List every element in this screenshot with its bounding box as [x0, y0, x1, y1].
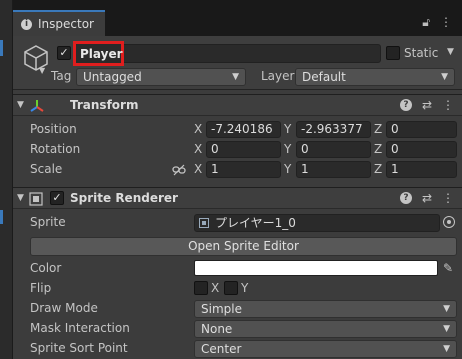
mask-interaction-label: Mask Interaction — [30, 321, 130, 335]
sprite-asset-icon — [199, 218, 209, 228]
active-checkbox[interactable]: ✓ — [57, 46, 71, 60]
axis-z-label[interactable]: Z — [374, 122, 382, 136]
chevron-down-icon: ▼ — [443, 324, 450, 334]
tag-label: Tag — [51, 69, 72, 83]
rotation-y-field[interactable]: 0 — [296, 141, 371, 158]
rotation-x-field[interactable]: 0 — [206, 141, 281, 158]
eyedropper-icon[interactable]: ✎ — [443, 261, 453, 275]
mask-interaction-value: None — [201, 322, 233, 336]
sprite-renderer-header[interactable]: ▼ ✓ Sprite Renderer ? ⇄ ⋮ — [13, 187, 462, 209]
layer-value: Default — [302, 70, 346, 84]
axis-x-label[interactable]: X — [194, 142, 202, 156]
component-controls: ? ⇄ ⋮ — [399, 192, 454, 204]
sprite-renderer-title: Sprite Renderer — [70, 191, 178, 205]
chevron-down-icon: ▼ — [441, 72, 448, 82]
position-y-field[interactable]: -2.963377 — [296, 121, 371, 138]
inspector-panel: ▼ ✓ Player Static ▼ Tag Untagged ▼ Layer… — [13, 36, 462, 359]
axis-z-label[interactable]: Z — [374, 142, 382, 156]
layer-dropdown[interactable]: Default ▼ — [295, 68, 455, 86]
position-z-field[interactable]: 0 — [386, 121, 457, 138]
menu-icon[interactable]: ⋮ — [442, 99, 454, 111]
tab-label: Inspector — [38, 17, 94, 31]
color-swatch[interactable] — [194, 260, 438, 276]
sprite-value: プレイヤー1_0 — [215, 216, 296, 230]
foldout-arrow-icon[interactable]: ▼ — [17, 100, 24, 110]
tag-value: Untagged — [83, 70, 142, 84]
static-label: Static — [404, 46, 439, 60]
scale-x-field[interactable]: 1 — [206, 161, 281, 178]
foldout-arrow-icon[interactable]: ▼ — [17, 193, 24, 203]
link-icon[interactable] — [172, 164, 186, 176]
sprite-field[interactable]: プレイヤー1_0 — [194, 214, 440, 232]
selection-marker — [0, 210, 3, 224]
flip-x-label: X — [211, 281, 220, 295]
transform-header[interactable]: ▼ Transform ? ⇄ ⋮ — [13, 94, 462, 116]
sliders-icon[interactable]: ⇄ — [422, 192, 432, 204]
sprite-renderer-enabled-checkbox[interactable]: ✓ — [50, 191, 64, 205]
draw-mode-dropdown[interactable]: Simple ▼ — [194, 300, 457, 318]
rotation-z-field[interactable]: 0 — [386, 141, 457, 158]
color-label: Color — [30, 261, 62, 275]
name-field[interactable]: Player — [73, 41, 124, 66]
sprite-label: Sprite — [30, 215, 66, 229]
transform-title: Transform — [70, 98, 139, 112]
axis-y-label[interactable]: Y — [284, 122, 291, 136]
tab-inspector[interactable]: i Inspector — [13, 10, 105, 36]
axis-y-label[interactable]: Y — [284, 162, 291, 176]
position-x-field[interactable]: -7.240186 — [206, 121, 281, 138]
menu-icon[interactable]: ⋮ — [442, 192, 454, 204]
sprite-sort-point-dropdown[interactable]: Center ▼ — [194, 340, 457, 358]
icon-dropdown-arrow[interactable]: ▼ — [39, 66, 45, 75]
draw-mode-value: Simple — [201, 302, 242, 316]
left-panel-strip — [0, 0, 13, 359]
gameobject-header: ▼ ✓ Player Static ▼ Tag Untagged ▼ Layer… — [13, 36, 462, 90]
sprite-renderer-icon — [29, 192, 43, 206]
tab-controls: 🔓︎ ⋮ — [422, 15, 452, 30]
scale-z-field[interactable]: 1 — [386, 161, 457, 178]
help-icon[interactable]: ? — [399, 99, 412, 111]
layer-label: Layer — [261, 69, 295, 83]
menu-icon[interactable]: ⋮ — [440, 15, 452, 30]
scale-label: Scale — [30, 162, 63, 176]
chevron-down-icon: ▼ — [443, 304, 450, 314]
position-label: Position — [30, 122, 77, 136]
static-checkbox[interactable] — [386, 46, 400, 60]
open-sprite-editor-button[interactable]: Open Sprite Editor — [30, 237, 457, 256]
info-icon: i — [21, 18, 32, 30]
component-controls: ? ⇄ ⋮ — [399, 99, 454, 111]
flip-y-label: Y — [241, 281, 249, 295]
chevron-down-icon: ▼ — [443, 344, 450, 354]
scale-y-field[interactable]: 1 — [296, 161, 371, 178]
mask-interaction-dropdown[interactable]: None ▼ — [194, 320, 457, 338]
rotation-label: Rotation — [30, 142, 81, 156]
static-dropdown-arrow[interactable]: ▼ — [447, 47, 454, 57]
help-icon[interactable]: ? — [399, 192, 412, 204]
flip-x-checkbox[interactable] — [194, 281, 208, 295]
transform-icon — [30, 100, 44, 112]
sliders-icon[interactable]: ⇄ — [422, 99, 432, 111]
flip-label: Flip — [30, 281, 52, 295]
chevron-down-icon: ▼ — [232, 72, 239, 82]
flip-y-checkbox[interactable] — [224, 281, 238, 295]
target-icon[interactable] — [443, 216, 455, 228]
draw-mode-label: Draw Mode — [30, 301, 98, 315]
cube-icon[interactable] — [21, 42, 51, 74]
sprite-sort-point-label: Sprite Sort Point — [30, 341, 128, 355]
lock-icon[interactable]: 🔓︎ — [422, 15, 430, 30]
selection-marker — [0, 40, 3, 56]
axis-x-label[interactable]: X — [194, 162, 202, 176]
tag-dropdown[interactable]: Untagged ▼ — [76, 68, 246, 86]
axis-x-label[interactable]: X — [194, 122, 202, 136]
axis-z-label[interactable]: Z — [374, 162, 382, 176]
sprite-sort-point-value: Center — [201, 342, 242, 356]
tab-bar: i Inspector 🔓︎ ⋮ — [13, 0, 462, 36]
axis-y-label[interactable]: Y — [284, 142, 291, 156]
